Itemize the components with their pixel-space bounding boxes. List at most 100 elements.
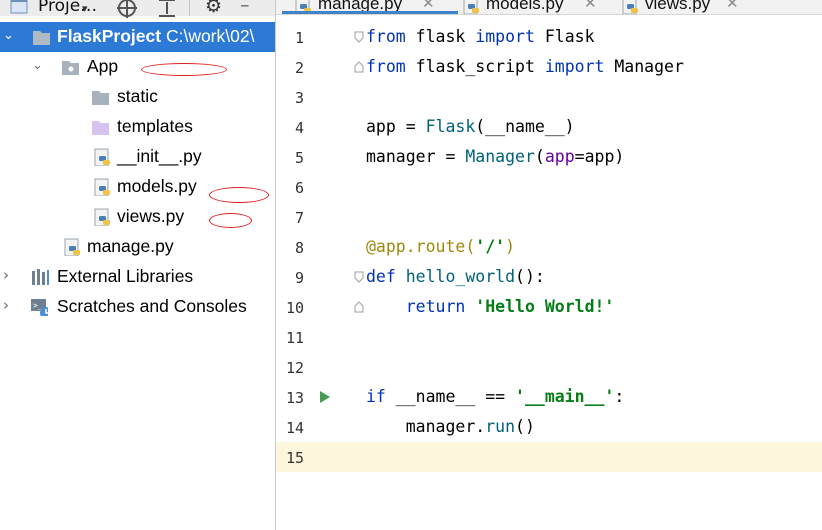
project-root-name: FlaskProject (57, 26, 162, 46)
code-line-9[interactable]: def hello_world(): (366, 262, 545, 292)
tree-item-label: manage.py (87, 236, 174, 256)
string-literal: '__main__' (515, 387, 615, 406)
editor: manage.py ✕ models.py ✕ views.py ✕ 1 2 3… (276, 0, 822, 530)
named-parameter: app (544, 147, 575, 166)
code-line-1[interactable]: from flask import Flask (366, 22, 595, 52)
line-number: 1 (294, 29, 304, 47)
tree-item-label: App (87, 56, 119, 76)
templates-folder-icon (92, 121, 109, 135)
code-text: __name__ == (385, 387, 516, 406)
tree-item-label: views.py (117, 206, 185, 226)
minimize-icon[interactable]: – (240, 0, 250, 16)
gear-icon[interactable]: ⚙ (205, 0, 222, 17)
function-call: Flask (425, 117, 476, 136)
editor-tabs: manage.py ✕ models.py ✕ views.py ✕ (276, 0, 822, 15)
tree-item-scratches[interactable]: › >_ Scratches and Consoles (0, 292, 275, 322)
line-number: 10 (285, 299, 304, 317)
line-number: 3 (294, 89, 304, 107)
code-text: =app) (574, 147, 625, 166)
current-line-highlight (276, 442, 822, 472)
code-text: () (515, 417, 535, 436)
code-text: (__name__) (475, 117, 575, 136)
code-text: app = (366, 117, 426, 136)
tab-manage-py[interactable]: manage.py ✕ (282, 0, 458, 14)
tree-item-label: External Libraries (57, 266, 194, 286)
chevron-down-icon[interactable]: ⌄ (32, 58, 43, 73)
code-line-10[interactable]: return 'Hello World!' (366, 292, 615, 322)
line-number: 13 (285, 389, 304, 407)
line-number: 5 (294, 149, 304, 167)
fold-marker-icon[interactable] (354, 31, 364, 43)
tree-item-app[interactable]: ⌄ App (0, 52, 275, 82)
folder-icon (92, 91, 109, 105)
tree-item-label: models.py (117, 176, 197, 196)
chevron-right-icon[interactable]: › (3, 266, 9, 284)
keyword: def (366, 267, 396, 286)
line-number: 8 (294, 239, 304, 257)
tree-item-manage-py[interactable]: manage.py (0, 232, 275, 262)
code-text: Manager (604, 57, 684, 76)
code-text: flask_script (405, 57, 545, 76)
keyword: from (366, 27, 406, 46)
python-file-icon (94, 148, 110, 166)
tree-item-flaskproject[interactable]: ⌄ FlaskProject C:\work\02\ (0, 22, 275, 52)
collapse-all-icon[interactable] (157, 0, 177, 18)
code-text: (): (515, 267, 545, 286)
python-file-icon (622, 0, 638, 14)
dropdown-arrow-icon[interactable]: ▾ (82, 2, 88, 15)
tree-item-templates[interactable]: templates (0, 112, 275, 142)
code-line-8[interactable]: @app.route('/') (366, 232, 515, 262)
tree-item-static[interactable]: static (0, 82, 275, 112)
code-line-13[interactable]: if __name__ == '__main__': (366, 382, 624, 412)
tab-views-py[interactable]: views.py ✕ (621, 0, 771, 14)
project-panel-title[interactable]: Proje… (38, 0, 97, 16)
project-window-icon (10, 0, 28, 14)
python-file-icon (463, 0, 479, 14)
code-line-5[interactable]: manager = Manager(app=app) (366, 142, 624, 172)
tab-label: views.py (645, 0, 711, 13)
svg-text:>_: >_ (33, 301, 43, 310)
tree-item-external-libraries[interactable]: › External Libraries (0, 262, 275, 292)
decorator: ) (505, 237, 516, 256)
code-line-14[interactable]: manager.run() (366, 412, 535, 442)
code-text: manager = (366, 147, 466, 166)
tree-item-label: __init__.py (117, 146, 202, 166)
fold-marker-icon[interactable] (354, 301, 364, 313)
code-text: Flask (534, 27, 595, 46)
run-icon[interactable] (320, 391, 330, 403)
python-file-icon (64, 238, 80, 256)
code-line-4[interactable]: app = Flask(__name__) (366, 112, 575, 142)
tree-item-init-py[interactable]: __init__.py (0, 142, 275, 172)
line-number: 12 (285, 359, 304, 377)
project-toolbar: Proje… ▾ ⚙ – (0, 0, 275, 18)
line-number: 7 (294, 209, 304, 227)
code-line-2[interactable]: from flask_script import Manager (366, 52, 684, 82)
scratches-icon: >_ (31, 299, 48, 316)
package-folder-icon (62, 61, 79, 75)
project-tool-window: Proje… ▾ ⚙ – ⌄ FlaskProject C:\work\02\ … (0, 0, 276, 530)
code-text: manager. (366, 417, 486, 436)
libraries-icon (32, 269, 49, 285)
annotation-mark (209, 213, 252, 228)
fold-marker-icon[interactable] (354, 61, 364, 73)
close-icon[interactable]: ✕ (726, 0, 739, 12)
line-number: 14 (285, 419, 304, 437)
chevron-right-icon[interactable]: › (3, 296, 9, 314)
fold-marker-icon[interactable] (354, 271, 364, 283)
line-number: 15 (285, 449, 304, 467)
toolbar-divider (189, 0, 190, 16)
locate-file-icon[interactable] (117, 0, 137, 18)
line-number: 2 (294, 59, 304, 77)
folder-icon (33, 31, 50, 45)
line-number: 6 (294, 179, 304, 197)
chevron-down-icon[interactable]: ⌄ (3, 28, 14, 43)
code-text: : (614, 387, 625, 406)
close-icon[interactable]: ✕ (584, 0, 597, 12)
tab-models-py[interactable]: models.py ✕ (462, 0, 612, 14)
annotation-mark (141, 63, 227, 76)
line-number: 9 (294, 269, 304, 287)
python-file-icon (94, 208, 110, 226)
